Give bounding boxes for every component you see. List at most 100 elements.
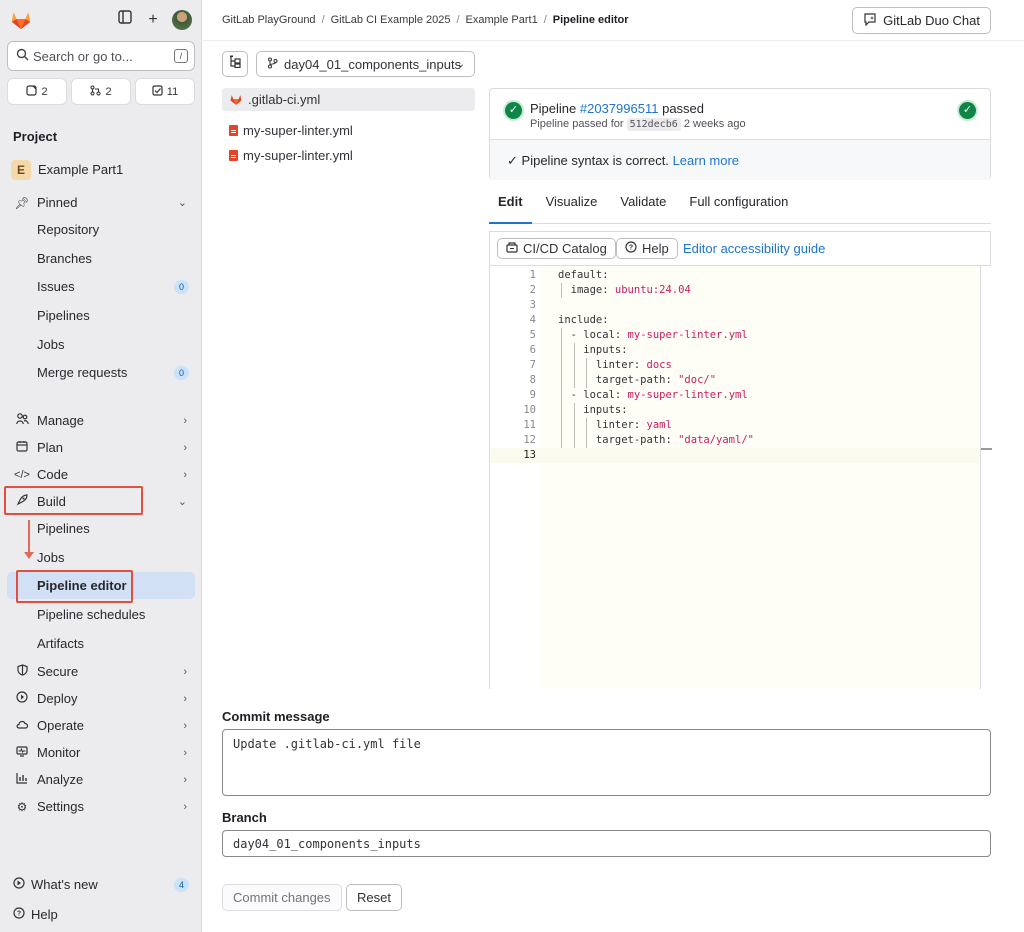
chevron-right-icon: › <box>183 414 187 427</box>
sidebar-item-merge-requests[interactable]: Merge requests 0 <box>7 359 195 386</box>
todos-counter[interactable]: 11 <box>135 78 195 105</box>
shield-icon <box>7 664 37 679</box>
branch-selector[interactable]: day04_01_components_inputs ⌄ <box>256 51 475 77</box>
commit-changes-button[interactable]: Commit changes <box>222 884 342 911</box>
sidebar-item-build-jobs[interactable]: Jobs <box>7 544 195 571</box>
learn-more-link[interactable]: Learn more <box>673 153 739 168</box>
sidebar-item-whats-new[interactable]: What's new 4 <box>7 871 195 898</box>
code-line[interactable]: 2 image: ubuntu:24.04 <box>490 283 980 298</box>
sidebar-item-pinned[interactable]: 📌︎ Pinned ⌄ <box>7 189 195 216</box>
line-number: 1 <box>529 269 536 281</box>
whats-new-badge: 4 <box>173 877 189 892</box>
code-text: - local: my-super-linter.yml <box>558 329 748 341</box>
sidebar-item-analyze[interactable]: Analyze › <box>7 766 195 793</box>
code-line[interactable]: 12 target-path: "data/yaml/" <box>490 433 980 448</box>
cicd-catalog-button[interactable]: CI/CD Catalog <box>497 238 616 259</box>
chevron-right-icon: › <box>183 665 187 678</box>
file-my-super-linter-2[interactable]: my-super-linter.yml <box>222 144 475 167</box>
file-tree-toggle-button[interactable] <box>222 51 248 77</box>
breadcrumb-item[interactable]: Example Part1 <box>466 14 538 26</box>
sidebar-item-pipeline-schedules[interactable]: Pipeline schedules <box>7 601 195 628</box>
breadcrumb-item[interactable]: GitLab PlayGround <box>222 14 316 26</box>
code-text: linter: docs <box>558 359 672 371</box>
file-my-super-linter-1[interactable]: my-super-linter.yml <box>222 119 475 142</box>
code-text: target-path: "data/yaml/" <box>558 434 754 446</box>
sidebar-item-plan[interactable]: Plan › <box>7 434 195 461</box>
chart-icon <box>7 772 37 787</box>
sidebar-item-secure[interactable]: Secure › <box>7 658 195 685</box>
code-line[interactable]: 4 include: <box>490 313 980 328</box>
help-icon: ? <box>625 241 637 256</box>
merge-requests-counter[interactable]: 2 <box>71 78 131 105</box>
collapse-sidebar-icon[interactable] <box>115 10 135 30</box>
breadcrumb: GitLab PlayGround / GitLab CI Example 20… <box>222 14 629 26</box>
sidebar-item-artifacts[interactable]: Artifacts <box>7 630 195 657</box>
editor-accessibility-guide-link[interactable]: Editor accessibility guide <box>683 241 825 256</box>
pipeline-mini-graph-status-icon[interactable]: ✓ <box>959 102 976 119</box>
sidebar-item-monitor[interactable]: Monitor › <box>7 739 195 766</box>
duo-chat-button[interactable]: GitLab Duo Chat <box>852 7 991 34</box>
plus-icon[interactable]: + <box>143 10 163 30</box>
chevron-down-icon: ⌄ <box>177 496 187 508</box>
code-line[interactable]: 6 inputs: <box>490 343 980 358</box>
sidebar-item-pinned-pipelines[interactable]: Pipelines <box>7 302 195 329</box>
branch-field[interactable]: day04_01_components_inputs <box>222 830 991 857</box>
code-area[interactable]: 1 default: 2 image: ubuntu:24.04 3 4 include:… <box>490 266 980 689</box>
code-line[interactable]: 1 default: <box>490 268 980 283</box>
code-line[interactable]: 11 linter: yaml <box>490 418 980 433</box>
sidebar-item-deploy[interactable]: Deploy › <box>7 685 195 712</box>
code-line[interactable]: 8 target-path: "doc/" <box>490 373 980 388</box>
tab-edit[interactable]: Edit <box>489 190 532 224</box>
sidebar-top: + <box>0 0 201 40</box>
issues-counter[interactable]: 2 <box>7 78 67 105</box>
tab-visualize[interactable]: Visualize <box>537 190 607 224</box>
annotation-arrow <box>28 520 30 554</box>
line-number: 13 <box>523 449 536 461</box>
line-number: 12 <box>523 434 536 446</box>
code-line[interactable]: 10 inputs: <box>490 403 980 418</box>
pipeline-status-panel: ✓ Pipeline #2037996511 passed Pipeline p… <box>489 88 991 180</box>
sidebar-item-pinned-jobs[interactable]: Jobs <box>7 331 195 358</box>
sidebar-item-build-pipelines[interactable]: Pipelines <box>7 515 195 542</box>
annotation-arrow-head <box>24 552 34 559</box>
branch-label: Branch <box>222 810 267 825</box>
code-line[interactable]: 13 <box>490 448 980 463</box>
code-line[interactable]: 7 linter: docs <box>490 358 980 373</box>
tab-validate[interactable]: Validate <box>611 190 675 224</box>
commit-message-field[interactable]: Update .gitlab-ci.yml file <box>222 729 991 796</box>
search-shortcut: / <box>174 49 188 63</box>
breadcrumb-current[interactable]: Pipeline editor <box>553 14 629 26</box>
sidebar-item-branches[interactable]: Branches <box>7 245 195 272</box>
sidebar-item-help[interactable]: ? Help <box>7 901 195 928</box>
help-button[interactable]: ? Help <box>616 238 678 259</box>
reset-button[interactable]: Reset <box>346 884 402 911</box>
code-line[interactable]: 3 <box>490 298 980 313</box>
file-tree-icon <box>229 55 241 69</box>
editor-scrollbar[interactable] <box>980 266 992 689</box>
sidebar-item-repository[interactable]: Repository <box>7 216 195 243</box>
project-link[interactable]: E Example Part1 <box>7 156 195 183</box>
tab-full-configuration[interactable]: Full configuration <box>680 190 797 224</box>
catalog-icon <box>506 241 518 256</box>
code-line[interactable]: 9 - local: my-super-linter.yml <box>490 388 980 403</box>
sidebar-item-manage[interactable]: Manage › <box>7 407 195 434</box>
sidebar-item-issues[interactable]: Issues 0 <box>7 273 195 300</box>
code-line[interactable]: 5 - local: my-super-linter.yml <box>490 328 980 343</box>
sidebar-item-code[interactable]: </> Code › <box>7 461 195 488</box>
breadcrumb-item[interactable]: GitLab CI Example 2025 <box>331 14 451 26</box>
editor-toolbar: CI/CD Catalog ? Help Editor accessibilit… <box>490 232 990 266</box>
cloud-icon <box>7 719 37 733</box>
pipeline-id-link[interactable]: #2037996511 <box>580 101 659 116</box>
line-number: 7 <box>529 359 536 371</box>
gitlab-logo[interactable] <box>10 9 32 31</box>
sidebar-item-operate[interactable]: Operate › <box>7 712 195 739</box>
search-icon <box>16 48 29 64</box>
commit-sha[interactable]: 512decb6 <box>626 118 681 131</box>
users-icon <box>7 413 37 428</box>
avatar[interactable] <box>172 10 192 30</box>
file-gitlab-ci[interactable]: .gitlab-ci.yml <box>222 88 475 111</box>
code-text: include: <box>558 314 609 326</box>
search-input[interactable]: Search or go to... / <box>7 41 195 71</box>
indent-guide <box>586 358 588 388</box>
sidebar-item-settings[interactable]: ⚙︎ Settings › <box>7 793 195 820</box>
